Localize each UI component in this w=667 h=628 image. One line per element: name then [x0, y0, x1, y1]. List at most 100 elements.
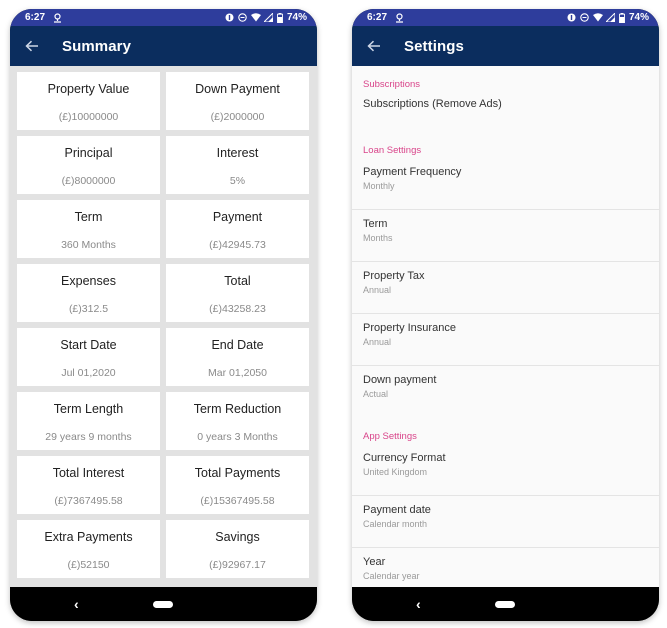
settings-item-title: Payment Frequency [363, 166, 462, 178]
settings-phone-screen: 6:27 74% Settings Subscriptions Subscrip… [352, 9, 659, 621]
settings-item-summary: Calendar month [363, 519, 428, 529]
summary-card-value: (£)42945.73 [209, 239, 266, 251]
system-nav-bar: ‹ [352, 587, 659, 621]
summary-card: Total Interest (£)7367495.58 [17, 456, 160, 514]
nav-back-chevron-icon[interactable]: ‹ [74, 596, 79, 612]
battery-percent: 74% [286, 12, 307, 23]
summary-card: End Date Mar 01,2050 [166, 328, 309, 386]
status-bar: 6:27 74% [352, 9, 659, 26]
summary-card-label: Savings [215, 530, 260, 544]
settings-item[interactable]: Payment Frequency Monthly [352, 158, 659, 210]
settings-item-summary: Monthly [363, 181, 395, 191]
summary-card-label: Principal [64, 146, 113, 160]
battery-icon [619, 13, 625, 24]
settings-section-header: Subscriptions [363, 79, 421, 90]
settings-item-title: Payment date [363, 504, 431, 516]
summary-card-label: Term [74, 210, 103, 224]
summary-card: Expenses (£)312.5 [17, 264, 160, 322]
page-title: Summary [62, 37, 132, 55]
summary-card-label: Down Payment [195, 82, 280, 96]
summary-card: Total (£)43258.23 [166, 264, 309, 322]
summary-grid: Property Value (£)10000000 Down Payment (£)… [17, 72, 310, 578]
settings-item-title: Year [363, 556, 386, 568]
summary-card: Down Payment (£)2000000 [166, 72, 309, 130]
location-pin-icon [53, 13, 62, 23]
summary-card-label: Property Value [47, 82, 130, 96]
summary-card-value: 360 Months [61, 239, 116, 251]
settings-item-title: Property Tax [363, 270, 425, 282]
settings-section-header: App Settings [363, 431, 417, 442]
signal-icon [262, 11, 274, 23]
summary-card: Total Payments (£)15367495.58 [166, 456, 309, 514]
settings-item-title: Currency Format [363, 452, 446, 464]
summary-card-label: Term Reduction [193, 402, 282, 416]
summary-card: Term Reduction 0 years 3 Months [166, 392, 309, 450]
summary-card: Principal (£)8000000 [17, 136, 160, 194]
summary-card-value: 29 years 9 months [45, 431, 132, 443]
summary-card: Term 360 Months [17, 200, 160, 258]
settings-item[interactable]: Subscriptions (Remove Ads) [352, 92, 659, 132]
battery-icon [277, 13, 283, 24]
settings-item[interactable]: Down payment Actual [352, 366, 659, 418]
settings-item-summary: Annual [363, 337, 392, 347]
settings-item-summary: United Kingdom [363, 467, 428, 477]
settings-item[interactable]: Year Calendar year [352, 548, 659, 587]
summary-card: Savings (£)92967.17 [166, 520, 309, 578]
summary-card-label: Term Length [53, 402, 124, 416]
summary-card-value: 0 years 3 Months [197, 431, 278, 443]
summary-card-value: Mar 01,2050 [208, 367, 267, 379]
settings-item[interactable]: Property Insurance Annual [352, 314, 659, 366]
wifi-icon [250, 13, 261, 22]
nav-back-chevron-icon[interactable]: ‹ [416, 596, 421, 612]
summary-phone-screen: 6:27 74% Summary Property Value (£)10000… [10, 9, 317, 621]
settings-item-summary: Months [363, 233, 393, 243]
nav-home-pill-icon[interactable] [153, 600, 173, 608]
summary-card-label: Interest [216, 146, 259, 160]
summary-card-label: Expenses [61, 274, 116, 288]
battery-percent: 74% [628, 12, 649, 23]
summary-card-label: Total Interest [52, 466, 125, 480]
summary-card-value: (£)52150 [67, 559, 110, 571]
settings-item-summary: Annual [363, 285, 392, 295]
do-not-disturb-icon [580, 13, 589, 22]
summary-card-label: End Date [211, 338, 264, 352]
system-nav-bar: ‹ [10, 587, 317, 621]
summary-card: Term Length 29 years 9 months [17, 392, 160, 450]
summary-card-value: (£)92967.17 [209, 559, 266, 571]
summary-card-label: Total Payments [194, 466, 281, 480]
settings-item-summary: Actual [363, 389, 389, 399]
summary-card-label: Payment [212, 210, 263, 224]
summary-card-value: (£)312.5 [68, 303, 109, 315]
summary-card-value: Jul 01,2020 [61, 367, 116, 379]
settings-item[interactable]: Term Months [352, 210, 659, 262]
settings-section-header: Loan Settings [363, 145, 422, 156]
summary-card-label: Extra Payments [44, 530, 133, 544]
summary-card-value: (£)15367495.58 [200, 495, 275, 507]
do-not-disturb-icon [238, 13, 247, 22]
settings-item-summary: Calendar year [363, 571, 420, 581]
arrow-left-icon[interactable] [366, 38, 382, 54]
app-bar: Settings [352, 26, 659, 66]
settings-item[interactable]: Property Tax Annual [352, 262, 659, 314]
summary-card-value: (£)43258.23 [209, 303, 266, 315]
settings-list: Subscriptions Subscriptions (Remove Ads) L… [352, 66, 659, 587]
settings-item-title: Property Insurance [363, 322, 456, 334]
page-title: Settings [404, 37, 464, 55]
app-bar: Summary [10, 26, 317, 66]
summary-card-label: Start Date [60, 338, 117, 352]
summary-card: Property Value (£)10000000 [17, 72, 160, 130]
settings-item-title: Subscriptions (Remove Ads) [363, 98, 502, 110]
nav-home-pill-icon[interactable] [495, 600, 515, 608]
settings-item[interactable]: Currency Format United Kingdom [352, 444, 659, 496]
data-saver-icon [225, 13, 234, 22]
status-time: 6:27 [25, 12, 46, 23]
summary-card-value: 5% [229, 175, 246, 187]
summary-card-value: (£)10000000 [58, 111, 119, 123]
signal-icon [604, 11, 616, 23]
summary-card-label: Total [224, 274, 251, 288]
settings-item[interactable]: Payment date Calendar month [352, 496, 659, 548]
summary-card: Extra Payments (£)52150 [17, 520, 160, 578]
arrow-left-icon[interactable] [24, 38, 40, 54]
location-pin-icon [395, 13, 404, 23]
summary-card-value: (£)2000000 [210, 111, 265, 123]
